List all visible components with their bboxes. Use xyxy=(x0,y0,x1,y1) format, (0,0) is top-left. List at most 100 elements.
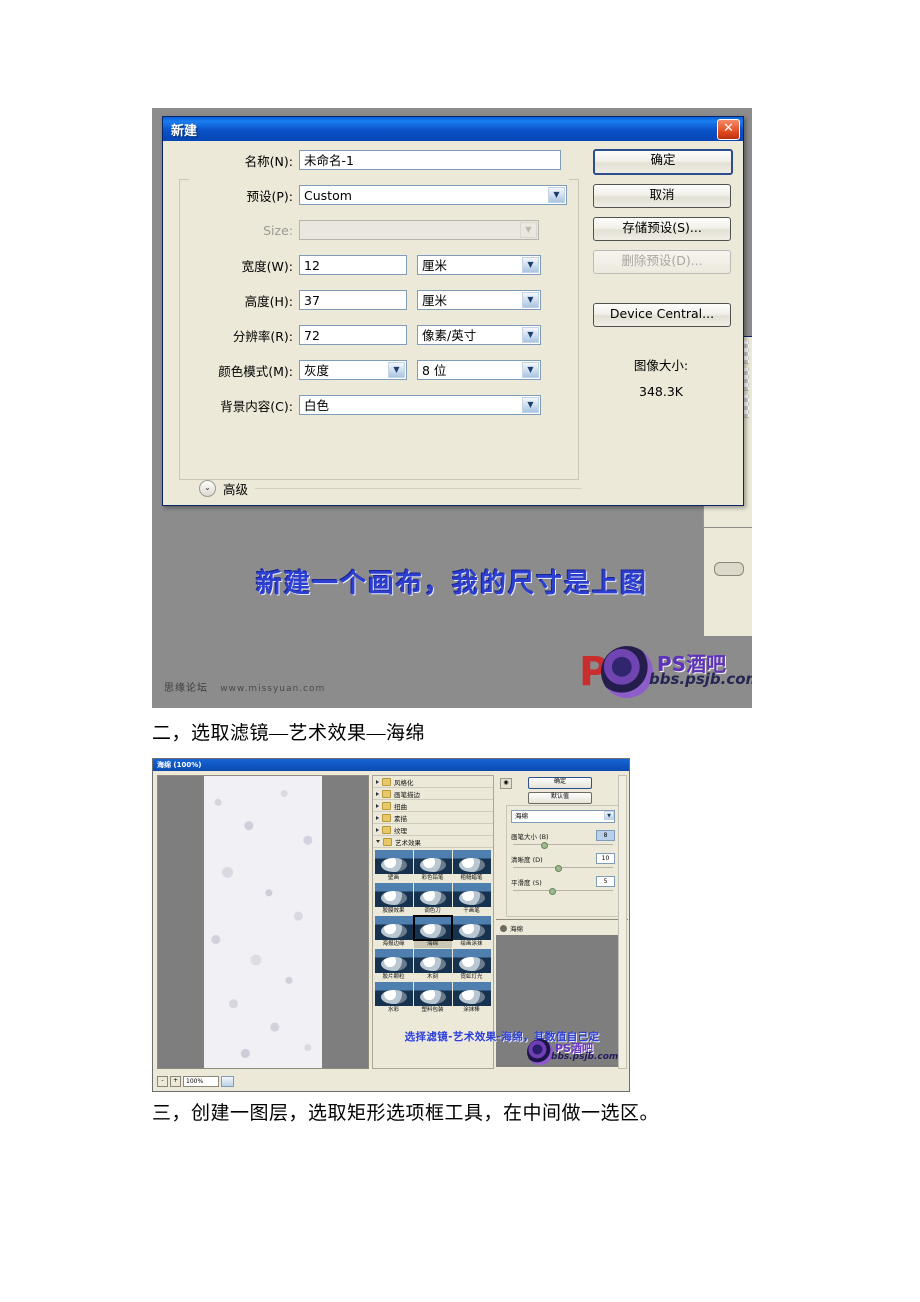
filter-ok-button[interactable]: 确定 xyxy=(528,777,592,789)
tree-node[interactable]: 素描 xyxy=(373,812,493,824)
label-size: Size: xyxy=(263,222,293,238)
filter-thumbnail[interactable]: 胶片颗粒 xyxy=(374,948,413,981)
effect-layer-label: 海绵 xyxy=(510,925,523,933)
filter-thumb-image xyxy=(374,981,413,1006)
width-unit-value: 厘米 xyxy=(422,258,448,273)
filter-thumb-image xyxy=(413,849,452,874)
device-central-button[interactable]: Device Central... xyxy=(593,303,731,327)
image-size-block: 图像大小: 348.3K xyxy=(593,353,729,405)
filter-category-tree: 风格化 画笔描边 扭曲 素描 纹理 艺术效果 壁画 彩色铅笔 粗糙蜡笔 胶膜效果… xyxy=(372,775,494,1069)
paragraph-step-three: 三，创建一图层，选取矩形选项框工具，在中间做一选区。 xyxy=(152,1103,660,1124)
brush-size-label: 画笔大小 (B) xyxy=(511,832,549,841)
filter-thumb-image xyxy=(452,849,491,874)
effect-layer-row[interactable]: 海绵 xyxy=(496,919,628,936)
filter-thumbnail[interactable]: 塑料包装 xyxy=(413,981,452,1014)
watermark-subtitle: bbs.psjb.com xyxy=(551,1052,619,1062)
watermark-forum-name: 思缘论坛 xyxy=(164,683,208,694)
slider-thumb[interactable] xyxy=(555,865,562,872)
height-input[interactable]: 37 xyxy=(299,290,407,310)
dialog-title: 新建 xyxy=(171,123,198,139)
chevron-down-icon: ▼ xyxy=(604,811,614,820)
zoom-in-button[interactable]: + xyxy=(170,1076,181,1087)
brush-size-value[interactable]: 8 xyxy=(596,830,615,841)
filter-thumbnail[interactable]: 绘画涂抹 xyxy=(452,915,491,948)
watermark-psjb-figure2: PS酒吧 bbs.psjb.com xyxy=(527,1039,627,1069)
folder-icon xyxy=(382,813,391,822)
close-icon[interactable]: ✕ xyxy=(717,118,740,140)
toggle-panel-icon[interactable]: ◉ xyxy=(500,778,512,789)
width-unit-select[interactable]: 厘米 ▼ xyxy=(417,255,541,275)
cancel-button[interactable]: 取消 xyxy=(593,184,731,208)
filter-thumbnail[interactable]: 水彩 xyxy=(374,981,413,1014)
filter-thumbnail[interactable]: 海报边缘 xyxy=(374,915,413,948)
chevron-right-icon xyxy=(376,815,379,820)
image-size-value: 348.3K xyxy=(639,384,683,399)
filter-thumbnail[interactable]: 涂抹棒 xyxy=(452,981,491,1014)
vertical-scrollbar[interactable] xyxy=(618,775,627,1069)
filter-gallery-title: 海绵 (100%) xyxy=(153,759,629,771)
filter-thumbnail[interactable]: 调色刀 xyxy=(413,882,452,915)
tree-node-label: 纹理 xyxy=(394,826,407,835)
filter-thumb-label: 胶片颗粒 xyxy=(382,973,405,980)
preset-select[interactable]: Custom ▼ xyxy=(299,185,567,205)
eye-icon[interactable] xyxy=(500,924,507,932)
tree-node-label: 素描 xyxy=(394,814,407,823)
brush-size-slider[interactable] xyxy=(513,842,613,849)
tree-node-expanded[interactable]: 艺术效果 xyxy=(373,836,493,848)
definition-slider[interactable] xyxy=(513,865,613,872)
resolution-unit-select[interactable]: 像素/英寸 ▼ xyxy=(417,325,541,345)
filter-thumbnail-selected[interactable]: 海绵 xyxy=(412,914,453,948)
background-contents-select[interactable]: 白色 ▼ xyxy=(299,395,541,415)
height-unit-select[interactable]: 厘米 ▼ xyxy=(417,290,541,310)
filter-thumb-label: 粗糙蜡笔 xyxy=(460,874,483,881)
filter-default-button[interactable]: 默认值 xyxy=(528,792,592,804)
save-preset-button[interactable]: 存储预设(S)... xyxy=(593,217,731,241)
filter-thumbnail[interactable]: 壁画 xyxy=(374,849,413,882)
slider-thumb[interactable] xyxy=(541,842,548,849)
zoom-out-button[interactable]: - xyxy=(157,1076,168,1087)
ok-button[interactable]: 确定 xyxy=(593,149,733,175)
filter-name-select[interactable]: 海绵 ▼ xyxy=(511,810,615,823)
chevron-right-icon xyxy=(376,779,379,784)
filter-thumbnail[interactable]: 粗糙蜡笔 xyxy=(452,849,491,882)
resolution-input[interactable]: 72 xyxy=(299,325,407,345)
tree-node[interactable]: 扭曲 xyxy=(373,800,493,812)
filter-thumbnail[interactable]: 胶膜效果 xyxy=(374,882,413,915)
tree-node-label: 画笔描边 xyxy=(394,790,420,799)
folder-open-icon xyxy=(383,837,392,846)
bit-depth-value: 8 位 xyxy=(422,363,447,378)
smoothness-value[interactable]: 5 xyxy=(596,876,615,887)
field-row-size: Size: ▼ xyxy=(183,219,593,241)
filter-thumb-label: 海绵 xyxy=(413,939,452,948)
dialog-button-column: 确定 取消 存储预设(S)... 删除预设(D)... Device Centr… xyxy=(593,149,733,405)
definition-value[interactable]: 10 xyxy=(596,853,615,864)
figure-new-document-screenshot: 新建 ✕ 名称(N): 未命名-1 预设(P): Custom ▼ Size: … xyxy=(152,108,752,708)
tree-node[interactable]: 画笔描边 xyxy=(373,788,493,800)
filter-thumbnail[interactable]: 霓虹灯光 xyxy=(452,948,491,981)
tree-node[interactable]: 纹理 xyxy=(373,824,493,836)
chevron-down-icon: ▼ xyxy=(522,362,539,378)
width-input[interactable]: 12 xyxy=(299,255,407,275)
tree-node[interactable]: 风格化 xyxy=(373,776,493,788)
height-unit-value: 厘米 xyxy=(422,293,448,308)
chevron-down-icon: ⌄ xyxy=(199,480,216,497)
zoom-value: 100% xyxy=(183,1076,219,1087)
bit-depth-select[interactable]: 8 位 ▼ xyxy=(417,360,541,380)
filter-thumb-label: 彩色铅笔 xyxy=(421,874,444,881)
filter-thumbnail[interactable]: 彩色铅笔 xyxy=(413,849,452,882)
preview-canvas xyxy=(204,776,322,1068)
filter-gallery-body: - + 100% 风格化 画笔描边 扭曲 素描 纹理 艺术效果 壁画 彩色铅笔 … xyxy=(153,771,629,1089)
filter-thumb-image xyxy=(413,948,452,973)
advanced-disclosure[interactable]: ⌄ 高级 xyxy=(199,479,581,498)
swirl-icon xyxy=(527,1039,553,1065)
name-input[interactable]: 未命名-1 xyxy=(299,150,561,170)
zoom-preset-select[interactable] xyxy=(221,1076,234,1087)
smoothness-slider[interactable] xyxy=(513,888,613,895)
filter-thumbnail[interactable]: 干画笔 xyxy=(452,882,491,915)
chevron-down-icon: ▼ xyxy=(522,257,539,273)
field-row-background: 背景内容(C): 白色 ▼ xyxy=(183,394,593,416)
filter-thumbnail[interactable]: 木刻 xyxy=(413,948,452,981)
slider-thumb[interactable] xyxy=(549,888,556,895)
color-mode-select[interactable]: 灰度 ▼ xyxy=(299,360,407,380)
